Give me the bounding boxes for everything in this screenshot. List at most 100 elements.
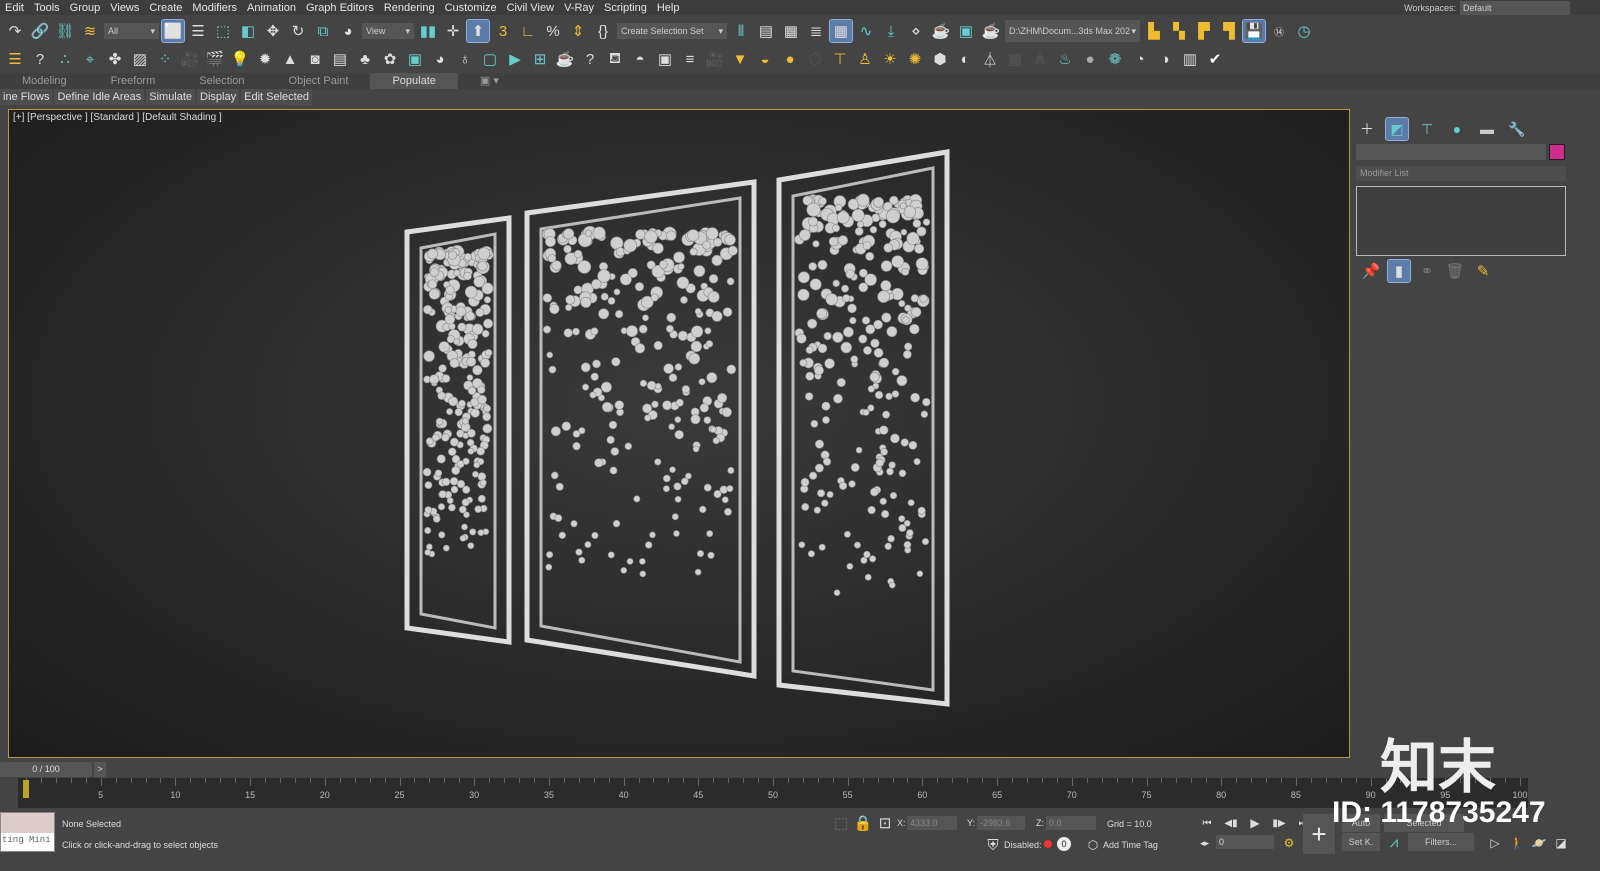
ribbon-button-simulate[interactable]: Simulate xyxy=(146,89,196,105)
ribbon-button-define-idle-areas[interactable]: Define Idle Areas xyxy=(54,89,145,105)
set-key-big-button[interactable]: + xyxy=(1303,814,1335,854)
particle-view-icon[interactable]: ∴ xyxy=(54,48,76,70)
render-production-icon[interactable]: ☕ xyxy=(980,20,1002,42)
project-switch-icon[interactable]: ▜ xyxy=(1218,20,1240,42)
layer-manager-icon[interactable]: ☰ xyxy=(4,48,26,70)
orbit-icon[interactable]: 🪐 xyxy=(1528,832,1550,854)
ribbon-tab-object-paint[interactable]: Object Paint xyxy=(267,73,371,89)
split-icon[interactable]: ⊞ xyxy=(529,48,551,70)
frame-icon[interactable]: ▢ xyxy=(479,48,501,70)
rect-selection-icon[interactable]: ⬚ xyxy=(212,20,234,42)
display-tab-icon[interactable]: ▬ xyxy=(1476,118,1498,140)
camera-add-icon[interactable]: 🎬 xyxy=(204,48,226,70)
ribbon-tab-selection[interactable]: Selection xyxy=(177,73,266,89)
modifier-list-dropdown[interactable]: Modifier List xyxy=(1356,166,1566,181)
menu-create[interactable]: Create xyxy=(144,2,187,14)
teapot-render-icon[interactable]: ⛾ xyxy=(604,48,626,70)
menu-edit[interactable]: Edit xyxy=(0,2,29,14)
bind-space-warp-icon[interactable]: ≋ xyxy=(79,20,101,42)
key-filters-button[interactable]: Filters... xyxy=(1408,833,1474,851)
current-frame-field[interactable]: 0 xyxy=(1216,835,1274,849)
object-name-field[interactable] xyxy=(1356,144,1546,160)
version-14-icon[interactable]: ⑭ xyxy=(1268,20,1290,42)
target-icon-x-icon[interactable]: ⌖ xyxy=(79,48,101,70)
menu-help[interactable]: Help xyxy=(652,2,685,14)
spot-light-icon[interactable]: ▼ xyxy=(729,48,751,70)
time-configuration-icon[interactable]: ⚙ xyxy=(1278,832,1300,854)
brush-icon[interactable]: ✤ xyxy=(104,48,126,70)
maximize-viewport-icon[interactable]: ◪ xyxy=(1550,832,1572,854)
camera2-icon[interactable]: 🎥 xyxy=(704,48,726,70)
ribbon-button-ine-flows[interactable]: ine Flows xyxy=(0,89,53,105)
remove-modifier-icon[interactable]: 🗑 xyxy=(1444,260,1466,282)
add-time-tag-button[interactable]: Add Time Tag xyxy=(1103,840,1158,850)
perspective-viewport[interactable]: [+] [Perspective ] [Standard ] [Default … xyxy=(8,109,1350,758)
x-coordinate-field[interactable]: 4333.0 xyxy=(907,816,957,830)
maxscript-mini-listener[interactable]: ting Mini xyxy=(0,812,55,852)
create-tab-icon[interactable]: ＋ xyxy=(1356,118,1378,140)
omni-icon[interactable]: ⊤ xyxy=(829,48,851,70)
sun-icon[interactable]: ✹ xyxy=(254,48,276,70)
set-key-button[interactable]: Set K. xyxy=(1342,833,1380,851)
help-icon[interactable]: ? xyxy=(29,48,51,70)
current-frame-marker[interactable] xyxy=(23,780,29,798)
time-tag-icon[interactable]: ⬡ xyxy=(1082,834,1104,856)
adaptive-degradation-icon[interactable]: ⛨ xyxy=(982,834,1004,856)
ribbon-button-display[interactable]: Display xyxy=(197,89,240,105)
make-unique-icon[interactable]: ⚭ xyxy=(1416,260,1438,282)
project-open-icon[interactable]: ▛ xyxy=(1193,20,1215,42)
project-path-dropdown[interactable]: D:\ZHM\Docum...3ds Max 202 ▾ xyxy=(1005,20,1140,42)
project-create-icon[interactable]: ▚ xyxy=(1168,20,1190,42)
hierarchy-tab-icon[interactable]: ⊤ xyxy=(1416,118,1438,140)
snaps-toggle-icon[interactable]: 3 xyxy=(492,20,514,42)
pivot-center-icon[interactable]: ▮▮ xyxy=(417,20,439,42)
link-icon[interactable]: 🔗 xyxy=(29,20,51,42)
rotate-icon[interactable]: ↻ xyxy=(287,20,309,42)
render-setup-icon[interactable]: ☕ xyxy=(930,20,952,42)
ribbon-tab-populate[interactable]: Populate xyxy=(370,73,458,89)
proxy-icon[interactable]: ⬢ xyxy=(929,48,951,70)
project-folder-icon[interactable]: ▙ xyxy=(1143,20,1165,42)
ribbon-toggle-icon[interactable]: ▦ xyxy=(829,19,853,43)
grass-icon[interactable]: ⋔ xyxy=(1029,48,1051,70)
go-to-start-icon[interactable]: ⏮ xyxy=(1196,812,1218,834)
gear-icon[interactable]: ✿ xyxy=(379,48,401,70)
tree-card-icon[interactable]: ♣ xyxy=(354,48,376,70)
isolate-selection-icon[interactable]: ⬚ xyxy=(830,812,852,834)
window-crossing-icon[interactable]: ◧ xyxy=(237,20,259,42)
unlink-icon[interactable]: ⛓ xyxy=(54,20,76,42)
z-coordinate-field[interactable]: 0.0 xyxy=(1046,816,1096,830)
reference-coordinate-dropdown[interactable]: View ▾ xyxy=(362,23,414,39)
mirror-icon[interactable]: ⫴ xyxy=(730,20,752,42)
material-icon[interactable]: ◙ xyxy=(304,48,326,70)
vray-logo-icon[interactable]: ✔ xyxy=(1204,48,1226,70)
menu-tools[interactable]: Tools xyxy=(29,2,65,14)
menu-animation[interactable]: Animation xyxy=(242,2,301,14)
ribbon-options-icon[interactable]: ▣ ▾ xyxy=(458,73,521,89)
help2-icon[interactable]: ? xyxy=(579,48,601,70)
selection-lock-icon[interactable]: 🔒 xyxy=(852,812,874,834)
menu-rendering[interactable]: Rendering xyxy=(379,2,440,14)
scene-explorer-icon[interactable]: ▦ xyxy=(780,20,802,42)
skull-icon[interactable]: ◕ xyxy=(429,48,451,70)
dome-light-icon[interactable]: ◒ xyxy=(754,48,776,70)
ribbon-tab-modeling[interactable]: Modeling xyxy=(0,73,89,89)
time-slider-value[interactable]: 0 / 100 xyxy=(0,762,92,777)
modify-tab-icon[interactable]: ◩ xyxy=(1385,117,1409,141)
previous-frame-icon[interactable]: ◀▮ xyxy=(1220,812,1242,834)
pin-stack-icon[interactable]: 📌 xyxy=(1360,260,1382,282)
decal-icon[interactable]: ▦ xyxy=(1004,48,1026,70)
percent-snap-icon[interactable]: % xyxy=(542,20,564,42)
edit-named-selection-icon[interactable]: {} xyxy=(592,20,614,42)
play-icon[interactable]: ▶ xyxy=(1244,812,1266,834)
ies-icon[interactable]: ⬡ xyxy=(804,48,826,70)
uv-icon[interactable]: ◑ xyxy=(1154,48,1176,70)
menu-civil-view[interactable]: Civil View xyxy=(502,2,559,14)
time-slider-next[interactable]: > xyxy=(94,762,106,777)
menu-graph-editors[interactable]: Graph Editors xyxy=(301,2,379,14)
menu-group[interactable]: Group xyxy=(65,2,106,14)
rendered-frame-window-icon[interactable]: ▣ xyxy=(955,20,977,42)
dome-icon[interactable]: ◓ xyxy=(629,48,651,70)
dope-sheet-icon[interactable]: ⤓ xyxy=(880,20,902,42)
next-frame-icon[interactable]: ▮▶ xyxy=(1268,812,1290,834)
